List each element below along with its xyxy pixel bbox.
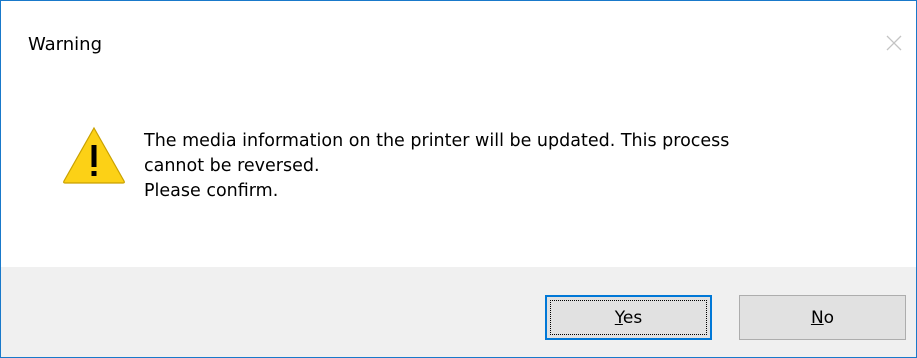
button-bar: Yes No xyxy=(1,267,916,357)
warning-dialog: Warning The media information on the pri… xyxy=(0,0,917,358)
dialog-title: Warning xyxy=(28,34,103,55)
no-label-rest: o xyxy=(823,307,835,328)
message-line: cannot be reversed. xyxy=(144,156,320,176)
no-button[interactable]: No xyxy=(739,295,906,340)
yes-button-label: Yes xyxy=(615,308,642,328)
yes-button[interactable]: Yes xyxy=(545,295,712,340)
warning-icon xyxy=(63,126,125,184)
title-bar: Warning xyxy=(1,1,916,89)
no-button-label: No xyxy=(811,308,834,328)
message-line: Please confirm. xyxy=(144,181,279,201)
message-text: The media information on the printer wil… xyxy=(144,129,884,204)
dialog-content: The media information on the printer wil… xyxy=(1,89,916,267)
yes-mnemonic: Y xyxy=(614,307,623,328)
message-line: The media information on the printer wil… xyxy=(144,131,730,151)
no-mnemonic: N xyxy=(810,307,824,328)
close-button[interactable] xyxy=(876,23,912,63)
close-icon xyxy=(886,35,902,51)
yes-label-rest: es xyxy=(622,307,643,328)
